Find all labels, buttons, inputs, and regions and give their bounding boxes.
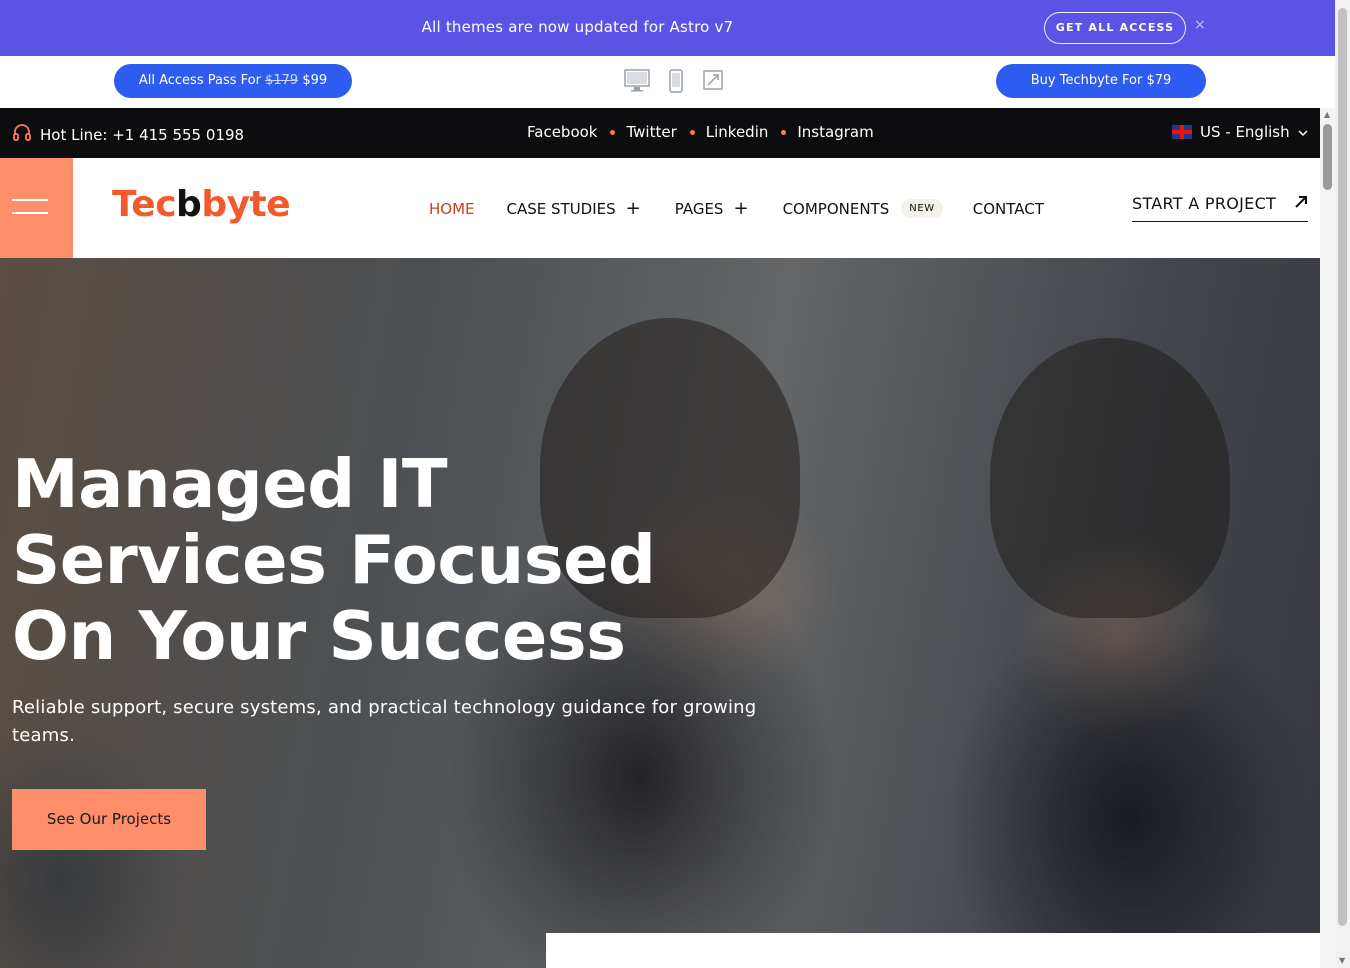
scroll-down-icon[interactable]: ▼ xyxy=(1339,956,1345,965)
desktop-icon[interactable] xyxy=(624,69,650,97)
separator-dot xyxy=(610,129,616,135)
hamburger-menu-button[interactable] xyxy=(0,158,73,258)
content-card xyxy=(546,933,1320,968)
social-links: Facebook Twitter Linkedin Instagram xyxy=(527,123,874,141)
hamburger-line xyxy=(12,212,48,214)
close-icon[interactable]: × xyxy=(1194,17,1206,33)
page-scroll-thumb[interactable] xyxy=(1338,8,1347,926)
social-link-twitter[interactable]: Twitter xyxy=(626,123,676,141)
nav-case-studies[interactable]: CASE STUDIES + xyxy=(507,197,641,219)
nav-contact[interactable]: CONTACT xyxy=(973,200,1044,218)
hamburger-line xyxy=(12,199,48,201)
inner-scrollbar[interactable]: ▲ xyxy=(1320,108,1335,968)
headset-icon xyxy=(12,123,32,147)
separator-dot xyxy=(781,129,787,135)
uk-flag-icon xyxy=(1172,125,1192,139)
start-project-button[interactable]: START A PROJECT xyxy=(1132,194,1308,222)
inner-scroll-thumb[interactable] xyxy=(1323,124,1332,190)
announcement-text: All themes are now updated for Astro v7 xyxy=(421,18,734,36)
language-label: US - English xyxy=(1200,123,1290,141)
nav-components[interactable]: COMPONENTS NEW xyxy=(783,199,943,218)
main-nav: HOME CASE STUDIES + PAGES + COMPONENTS NEW … xyxy=(429,199,1044,218)
social-link-facebook[interactable]: Facebook xyxy=(527,123,597,141)
arrow-up-right-icon xyxy=(1294,194,1308,213)
plus-icon: + xyxy=(733,197,749,219)
new-badge: NEW xyxy=(901,199,943,218)
preview-bar: All Access Pass For $179 $99 Buy Techbyt… xyxy=(0,56,1320,108)
nav-home[interactable]: HOME xyxy=(429,200,475,218)
language-selector[interactable]: US - English xyxy=(1172,123,1308,141)
announcement-bar: All themes are now updated for Astro v7 … xyxy=(0,0,1335,56)
chevron-down-icon xyxy=(1298,123,1308,141)
fullscreen-icon[interactable] xyxy=(703,69,723,95)
logo[interactable]: Tecbbyte xyxy=(112,184,291,225)
pass-old-price: $179 xyxy=(265,73,299,88)
social-link-instagram[interactable]: Instagram xyxy=(797,123,873,141)
page-scrollbar[interactable]: ▼ xyxy=(1335,0,1350,968)
hero-title: Managed IT Services Focused On Your Succ… xyxy=(12,445,656,675)
pass-label: All Access Pass For xyxy=(138,73,261,88)
site-header: Tecbbyte HOME CASE STUDIES + PAGES + COMPO… xyxy=(0,158,1320,258)
pass-new-price: $99 xyxy=(302,73,328,88)
see-projects-button[interactable]: See Our Projects xyxy=(12,789,206,850)
social-link-linkedin[interactable]: Linkedin xyxy=(706,123,769,141)
all-access-pass-button[interactable]: All Access Pass For $179 $99 xyxy=(114,64,352,98)
plus-icon: + xyxy=(625,197,641,219)
scroll-up-icon[interactable]: ▲ xyxy=(1324,110,1330,119)
get-all-access-button[interactable]: GET ALL ACCESS xyxy=(1044,12,1186,44)
hero-subtitle: Reliable support, secure systems, and pr… xyxy=(12,697,757,746)
buy-techbyte-button[interactable]: Buy Techbyte For $79 xyxy=(996,64,1206,98)
hotline[interactable]: Hot Line: +1 415 555 0198 xyxy=(12,123,244,147)
separator-dot xyxy=(689,129,695,135)
mobile-icon[interactable] xyxy=(669,69,683,97)
hotline-text: Hot Line: +1 415 555 0198 xyxy=(40,126,245,144)
nav-pages[interactable]: PAGES + xyxy=(675,197,749,219)
top-info-bar: Hot Line: +1 415 555 0198 Facebook Twitt… xyxy=(0,108,1320,158)
hero-section: Managed IT Services Focused On Your Succ… xyxy=(0,258,1320,968)
